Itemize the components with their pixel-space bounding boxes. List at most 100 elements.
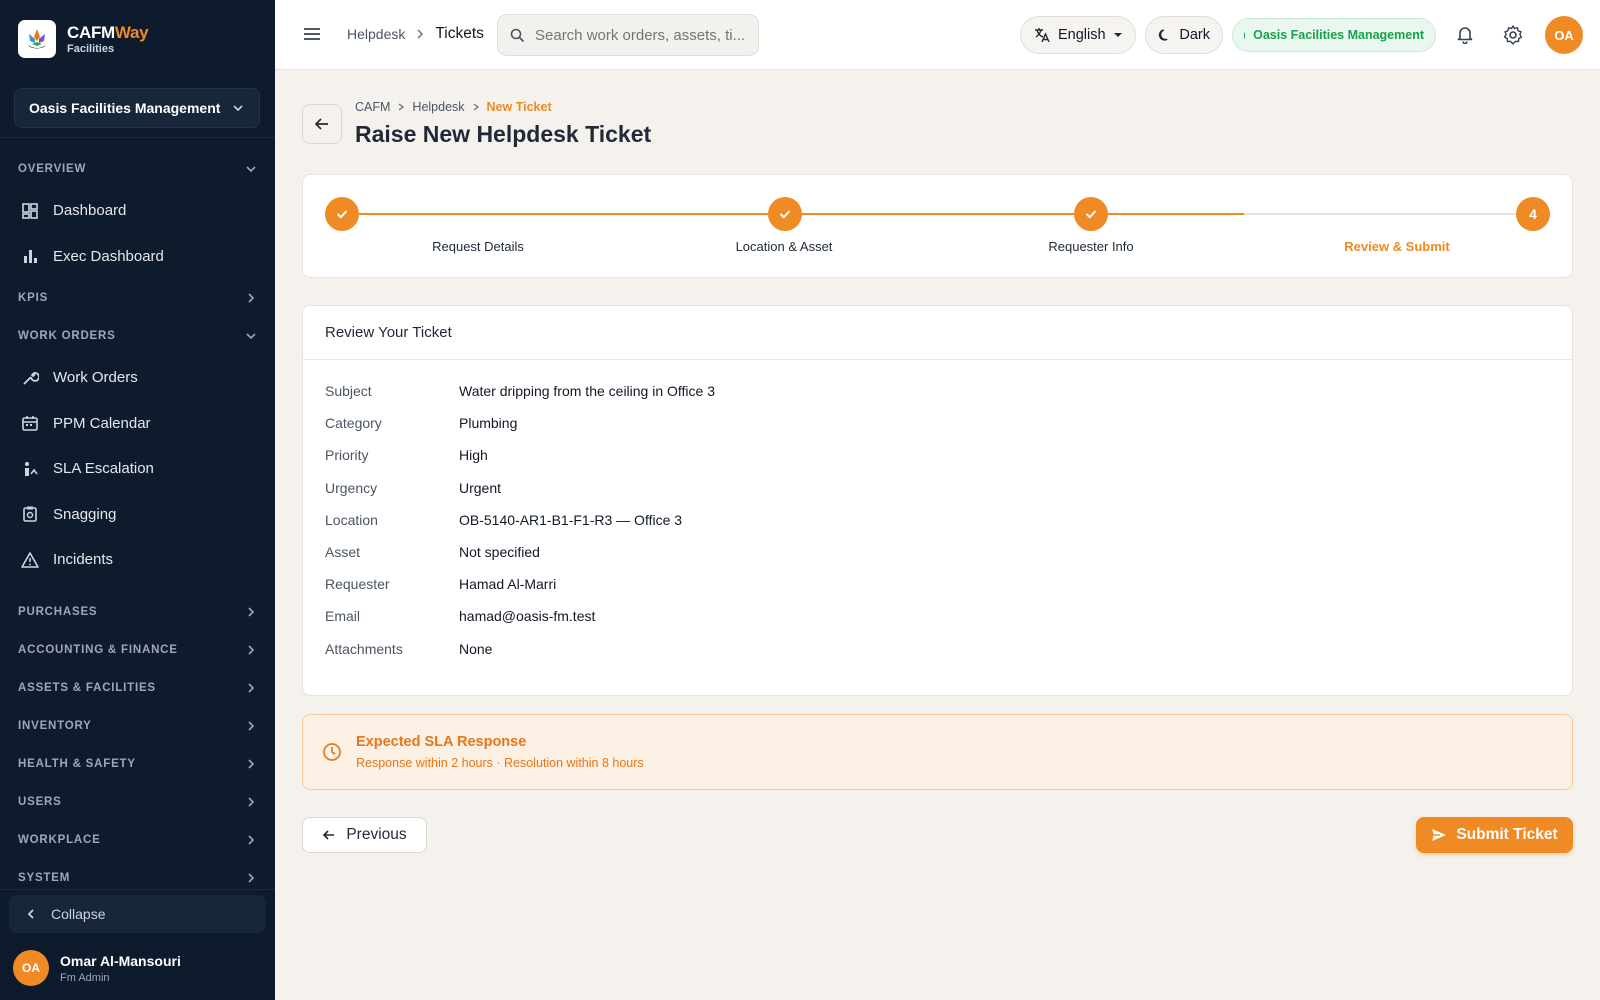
language-label: English [1058,27,1106,43]
sla-detail: Response within 2 hours · Resolution wit… [356,756,644,770]
sidebar-item-sla-escalation[interactable]: SLA Escalation [0,446,275,492]
section-assets[interactable]: ASSETS & FACILITIES [0,669,275,707]
menu-icon[interactable] [302,24,322,49]
sidebar-item-incidents[interactable]: Incidents [0,537,275,583]
brand-subtitle: Facilities [67,42,115,55]
collapse-label: Collapse [51,906,106,922]
section-work-orders[interactable]: WORK ORDERS [0,317,275,355]
previous-label: Previous [346,826,407,843]
clipboard-icon [20,504,40,524]
breadcrumb-tickets: Tickets [435,25,484,42]
theme-toggle[interactable]: Dark [1145,16,1223,54]
previous-button[interactable]: Previous [302,817,427,853]
chevron-right-icon [248,834,255,845]
section-overview[interactable]: OVERVIEW [0,150,275,188]
org-badge-label: Oasis Facilities Management [1253,28,1424,42]
sidebar-item-ppm-calendar[interactable]: PPM Calendar [0,401,275,447]
sidebar-item-label: Snagging [53,505,117,523]
section-accounting[interactable]: ACCOUNTING & FINANCE [0,631,275,669]
collapse-button[interactable]: Collapse [9,895,266,933]
step-2-complete[interactable] [768,197,802,231]
user-name: Omar Al-Mansouri [60,952,181,969]
user-profile[interactable]: OA Omar Al-Mansouri Fm Admin [13,950,181,986]
chevron-down-icon [246,333,256,340]
crumb-helpdesk[interactable]: Helpdesk [412,100,464,114]
translate-icon [1035,28,1050,43]
sidebar-item-label: Dashboard [53,202,127,220]
section-system[interactable]: SYSTEM [0,859,275,897]
status-dot-icon [1244,31,1246,39]
step-connector [1244,213,1518,215]
bell-icon[interactable] [1455,24,1475,49]
sidebar-item-label: Incidents [53,551,114,569]
review-row-email: Email hamad@oasis-fm.test [325,608,596,625]
sidebar-divider [0,137,275,138]
section-kpis[interactable]: KPIS [0,279,275,317]
org-status-badge[interactable]: Oasis Facilities Management [1232,18,1436,52]
sidebar-item-exec-dashboard[interactable]: Exec Dashboard [0,234,275,280]
step-4-current[interactable]: 4 [1516,197,1550,231]
chevron-right-icon [399,103,405,111]
review-row-asset: Asset Not specified [325,544,540,561]
review-row-category: Category Plumbing [325,415,518,432]
stepper [302,174,1573,278]
chevron-right-icon [248,644,255,655]
sidebar-item-label: SLA Escalation [53,460,154,478]
sla-title: Expected SLA Response [356,734,527,750]
language-selector[interactable]: English [1020,16,1136,54]
crumb-cafm[interactable]: CAFM [355,100,390,114]
review-row-attachments: Attachments None [325,640,493,657]
review-row-requester: Requester Hamad Al-Marri [325,576,557,593]
dashboard-icon [20,201,40,221]
submit-ticket-button[interactable]: Submit Ticket [1416,817,1573,853]
back-button[interactable] [302,104,342,144]
submit-label: Submit Ticket [1456,826,1558,843]
bar-chart-icon [20,246,40,266]
avatar[interactable]: OA [1545,16,1583,54]
step-label: Location & Asset [735,239,833,254]
sidebar: CAFMWay Facilities Oasis Facilities Mana… [0,0,275,1000]
crumb-new-ticket: New Ticket [486,100,552,114]
sla-notice: Expected SLA Response Response within 2 … [302,714,1573,790]
review-fields: Subject Water dripping from the ceiling i… [325,375,715,665]
search-input[interactable] [535,26,745,44]
wrench-icon [20,368,40,388]
brand-logo-icon [18,20,56,58]
sidebar-divider [0,889,275,890]
chevron-left-icon [27,909,34,919]
review-title: Review Your Ticket [303,306,1572,360]
step-1-complete[interactable] [325,197,359,231]
sidebar-item-label: Exec Dashboard [53,247,164,265]
step-connector [1108,213,1244,215]
page-breadcrumb: CAFM Helpdesk New Ticket [355,100,552,114]
escalation-icon [20,459,40,479]
sidebar-item-label: Work Orders [53,369,138,387]
section-workplace[interactable]: WORKPLACE [0,821,275,859]
topbar: Helpdesk Tickets English Dark Oasis Faci… [275,0,1600,70]
section-inventory[interactable]: INVENTORY [0,707,275,745]
chevron-down-icon [233,105,243,112]
breadcrumb-helpdesk[interactable]: Helpdesk [347,26,405,42]
breadcrumb: Helpdesk Tickets [347,25,484,43]
section-users[interactable]: USERS [0,783,275,821]
org-selector[interactable]: Oasis Facilities Management [14,88,260,128]
chevron-right-icon [248,720,255,731]
brand[interactable]: CAFMWay Facilities [18,20,149,58]
check-icon [336,210,348,219]
section-purchases[interactable]: PURCHASES [0,593,275,631]
chevron-right-icon [248,682,255,693]
chevron-down-icon [246,166,256,173]
section-health-safety[interactable]: HEALTH & SAFETY [0,745,275,783]
sidebar-item-dashboard[interactable]: Dashboard [0,188,275,234]
avatar: OA [13,950,49,986]
chevron-right-icon [248,796,255,807]
sidebar-item-snagging[interactable]: Snagging [0,492,275,538]
send-icon [1432,829,1447,841]
search-box[interactable] [497,14,759,56]
step-connector [802,213,1077,215]
caret-down-icon [1113,33,1122,37]
sidebar-item-work-orders[interactable]: Work Orders [0,355,275,401]
step-3-complete[interactable] [1074,197,1108,231]
gear-icon[interactable] [1502,24,1524,51]
review-row-priority: Priority High [325,447,488,464]
